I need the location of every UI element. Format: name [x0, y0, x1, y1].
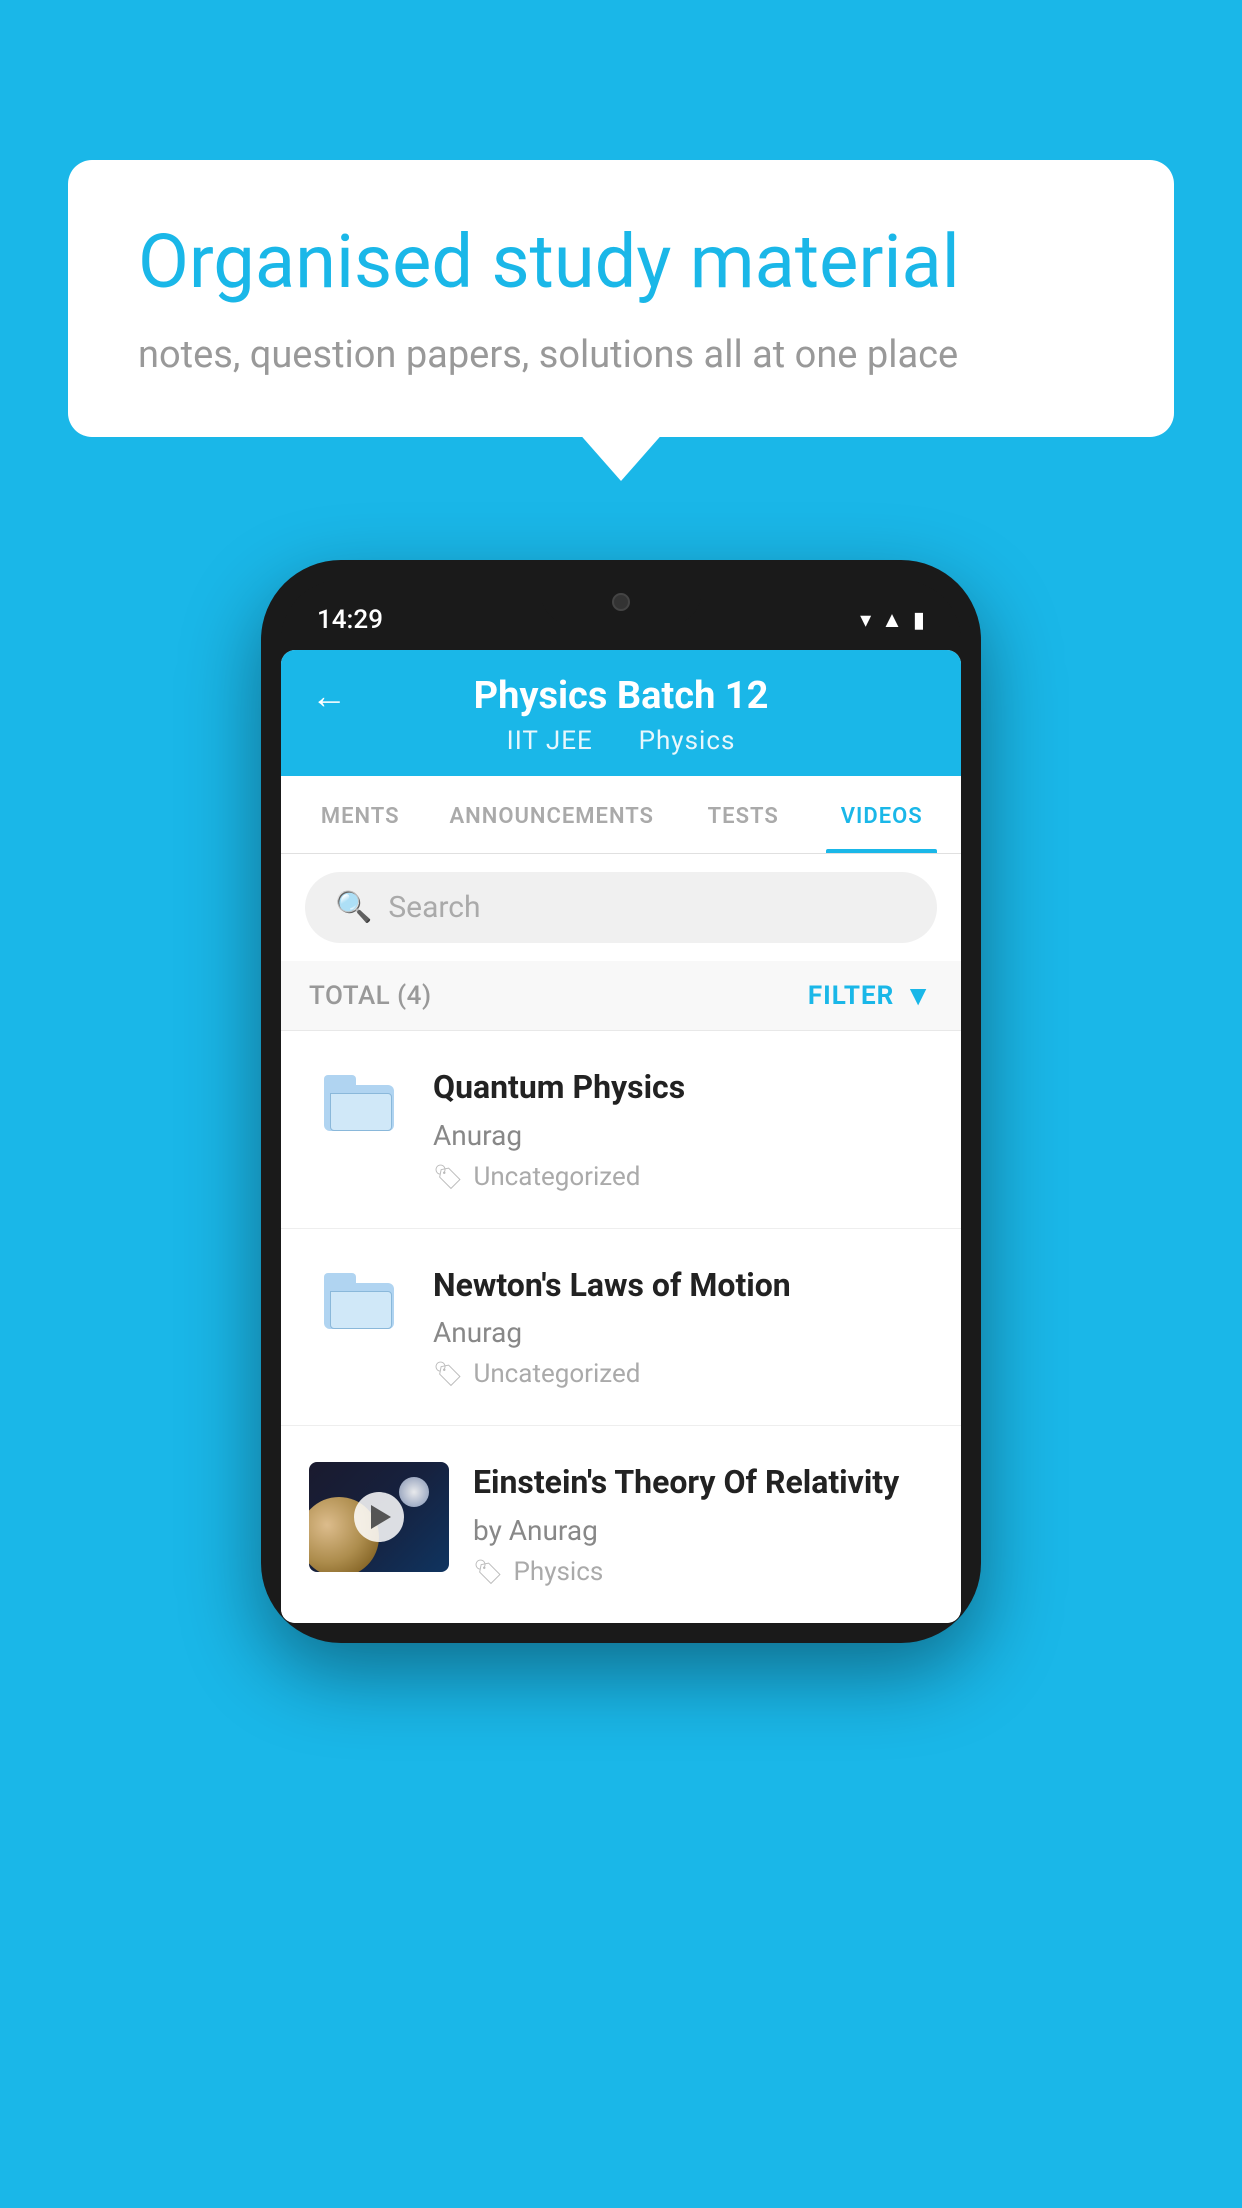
video-author-1: Anurag — [433, 1119, 933, 1152]
phone-screen: ← Physics Batch 12 IIT JEE Physics MENTS… — [281, 650, 961, 1623]
subtitle-part1: IIT JEE — [507, 726, 593, 756]
battery-icon: ▮ — [913, 608, 925, 633]
screen-title: Physics Batch 12 — [474, 674, 769, 718]
folder-icon-container-1 — [309, 1067, 409, 1131]
video-info-2: Newton's Laws of Motion Anurag 🏷 Uncateg… — [433, 1265, 933, 1390]
search-icon: 🔍 — [335, 890, 372, 925]
wifi-icon: ▾ — [860, 608, 871, 633]
planet-glow — [399, 1477, 429, 1507]
subtitle: notes, question papers, solutions all at… — [138, 333, 1104, 377]
subtitle-part2: Physics — [639, 726, 736, 756]
play-button-3[interactable] — [354, 1492, 404, 1542]
header-top: ← Physics Batch 12 — [311, 674, 931, 718]
video-tag-1: 🏷 Uncategorized — [433, 1162, 933, 1192]
video-tag-2: 🏷 Uncategorized — [433, 1359, 933, 1389]
folder-icon-container-2 — [309, 1265, 409, 1329]
tag-label-3: Physics — [513, 1557, 603, 1587]
video-item-3[interactable]: Einstein's Theory Of Relativity by Anura… — [281, 1426, 961, 1623]
video-tag-3: 🏷 Physics — [473, 1557, 933, 1587]
video-thumbnail-3 — [309, 1462, 449, 1572]
folder-icon-1 — [324, 1075, 394, 1131]
folder-front-1 — [330, 1093, 392, 1131]
status-time: 14:29 — [317, 605, 383, 635]
app-header: ← Physics Batch 12 IIT JEE Physics — [281, 650, 961, 776]
phone-outer: 14:29 ▾ ▲ ▮ ← Physics Batch 12 IIT JEE — [261, 560, 981, 1643]
tag-icon-2: 🏷 — [433, 1360, 463, 1388]
tag-label-2: Uncategorized — [473, 1359, 640, 1389]
video-title-2: Newton's Laws of Motion — [433, 1265, 933, 1307]
video-list: Quantum Physics Anurag 🏷 Uncategorized — [281, 1031, 961, 1623]
video-info-1: Quantum Physics Anurag 🏷 Uncategorized — [433, 1067, 933, 1192]
status-icons: ▾ ▲ ▮ — [860, 607, 925, 633]
filter-icon: ▼ — [904, 979, 933, 1012]
tag-label-1: Uncategorized — [473, 1162, 640, 1192]
tab-videos[interactable]: VIDEOS — [812, 776, 951, 853]
tab-announcements[interactable]: ANNOUNCEMENTS — [430, 776, 674, 853]
search-placeholder: Search — [388, 890, 480, 925]
video-title-3: Einstein's Theory Of Relativity — [473, 1462, 933, 1504]
back-button[interactable]: ← — [311, 675, 347, 717]
video-item-2[interactable]: Newton's Laws of Motion Anurag 🏷 Uncateg… — [281, 1229, 961, 1427]
video-item-1[interactable]: Quantum Physics Anurag 🏷 Uncategorized — [281, 1031, 961, 1229]
total-count: TOTAL (4) — [309, 981, 432, 1011]
phone-notch — [541, 580, 701, 624]
tab-tests[interactable]: TESTS — [674, 776, 813, 853]
video-info-3: Einstein's Theory Of Relativity by Anura… — [473, 1462, 933, 1587]
video-title-1: Quantum Physics — [433, 1067, 933, 1109]
header-subtitle: IIT JEE Physics — [311, 726, 931, 756]
tabs-bar: MENTS ANNOUNCEMENTS TESTS VIDEOS — [281, 776, 961, 854]
video-author-3: by Anurag — [473, 1514, 933, 1547]
tag-icon-1: 🏷 — [433, 1163, 463, 1191]
folder-icon-2 — [324, 1273, 394, 1329]
signal-icon: ▲ — [881, 607, 903, 633]
phone-mockup: 14:29 ▾ ▲ ▮ ← Physics Batch 12 IIT JEE — [261, 560, 981, 1643]
speech-bubble: Organised study material notes, question… — [68, 160, 1174, 437]
subtitle-separator — [608, 726, 623, 756]
filter-label: FILTER — [808, 981, 894, 1011]
search-container: 🔍 Search — [281, 854, 961, 961]
play-triangle-icon — [371, 1505, 391, 1529]
status-bar: 14:29 ▾ ▲ ▮ — [281, 580, 961, 650]
camera-dot — [612, 593, 630, 611]
video-author-2: Anurag — [433, 1316, 933, 1349]
tag-icon-3: 🏷 — [473, 1558, 503, 1586]
filter-bar: TOTAL (4) FILTER ▼ — [281, 961, 961, 1031]
tab-ments[interactable]: MENTS — [291, 776, 430, 853]
folder-front-2 — [330, 1291, 392, 1329]
search-bar[interactable]: 🔍 Search — [305, 872, 937, 943]
headline: Organised study material — [138, 220, 1104, 305]
speech-bubble-card: Organised study material notes, question… — [68, 160, 1174, 437]
filter-button[interactable]: FILTER ▼ — [808, 979, 933, 1012]
